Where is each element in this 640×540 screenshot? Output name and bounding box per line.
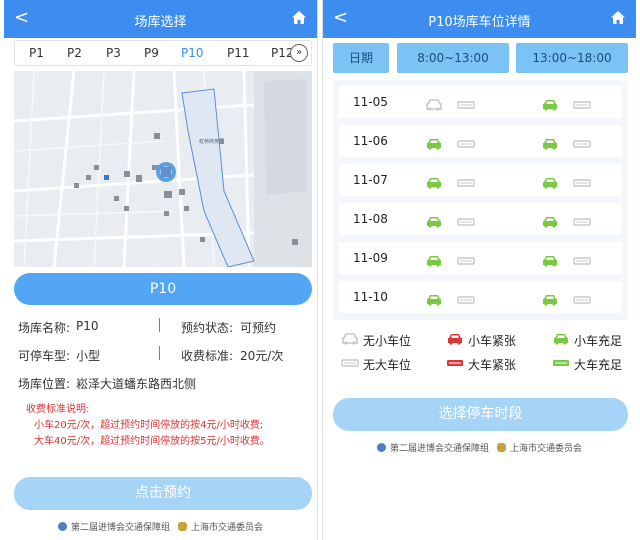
small-car-ample-icon[interactable] [541, 213, 559, 228]
home-icon[interactable] [610, 10, 626, 29]
date-row[interactable]: 11-09 [339, 242, 622, 274]
large-car-none-icon[interactable] [573, 291, 591, 304]
large-car-none-icon[interactable] [457, 96, 475, 109]
small-car-ample-icon[interactable] [541, 252, 559, 267]
vehicle-type-value: 小型 [76, 349, 101, 363]
availability-grid: 11-05 11-06 11-07 11-08 11-09 11-10 [333, 80, 628, 320]
fee-notes-line-large: 大车40元/次，超过预约时间停放的按5元/小时收费。 [34, 436, 270, 447]
divider [159, 346, 160, 360]
large-car-none-icon[interactable] [573, 96, 591, 109]
booking-status-label: 预约状态: [181, 321, 234, 335]
location-label: 场库位置: [18, 377, 71, 391]
date-row[interactable]: 11-05 [339, 86, 622, 118]
footer-org2: 上海市交通委员会 [510, 444, 583, 454]
transport-logo-icon [497, 443, 506, 452]
row-date: 11-10 [353, 290, 388, 304]
large-car-none-icon[interactable] [457, 252, 475, 265]
parking-select-screen: < 场库选择 P1 P2 P3 P9 P10 P11 P12 » 虹桥商务区 P… [4, 0, 318, 540]
small-car-none-icon [341, 333, 359, 345]
expo-logo-icon [57, 522, 67, 531]
lot-tabs: P1 P2 P3 P9 P10 P11 P12 » [14, 40, 312, 66]
booking-status-value: 可预约 [240, 321, 277, 335]
footer-org1: 第二届进博会交通保障组 [70, 523, 170, 533]
afternoon-column-header: 13:00~18:00 [516, 43, 628, 73]
large-car-none-icon[interactable] [457, 135, 475, 148]
tab-p10[interactable]: P10 [181, 46, 204, 60]
divider [159, 318, 160, 332]
small-car-ample-icon[interactable] [425, 252, 443, 267]
large-car-none-icon[interactable] [573, 135, 591, 148]
small-car-tight-icon [446, 333, 464, 345]
row-date: 11-05 [353, 95, 388, 109]
small-car-ample-icon[interactable] [425, 213, 443, 228]
lot-name-value: P10 [76, 319, 99, 333]
small-car-ample-icon[interactable] [541, 291, 559, 306]
book-button[interactable]: 点击预约 [14, 477, 312, 510]
footer-org1: 第二届进博会交通保障组 [389, 444, 489, 454]
transport-logo-icon [178, 522, 187, 531]
header-bar: < P10场库车位详情 [323, 0, 636, 38]
small-car-ample-icon[interactable] [425, 135, 443, 150]
large-car-ample-icon [552, 357, 570, 369]
date-row[interactable]: 11-08 [339, 203, 622, 235]
tab-p1[interactable]: P1 [29, 46, 44, 60]
date-row[interactable]: 11-06 [339, 125, 622, 157]
fee-notes: 收费标准说明: 小车20元/次，超过预约时间停放的按4元/小时收费; 大车40元… [26, 402, 270, 450]
fee-value: 20元/次 [240, 349, 284, 363]
footer-org2: 上海市交通委员会 [191, 523, 264, 533]
large-car-none-icon[interactable] [457, 174, 475, 187]
selected-lot-button[interactable]: P10 [14, 273, 312, 305]
footer: 第二届进博会交通保障组 上海市交通委员会 [4, 520, 317, 533]
tab-p9[interactable]: P9 [144, 46, 159, 60]
tab-p11[interactable]: P11 [227, 46, 250, 60]
fee-notes-title: 收费标准说明: [26, 404, 90, 415]
large-car-none-icon[interactable] [573, 174, 591, 187]
tab-p2[interactable]: P2 [67, 46, 82, 60]
small-car-ample-icon[interactable] [425, 291, 443, 306]
row-date: 11-07 [353, 173, 388, 187]
row-date: 11-06 [353, 134, 388, 148]
row-date: 11-08 [353, 212, 388, 226]
large-car-none-icon[interactable] [457, 213, 475, 226]
small-car-ample-icon [552, 333, 570, 345]
large-car-none-icon[interactable] [573, 213, 591, 226]
home-icon[interactable] [291, 10, 307, 29]
date-column-header: 日期 [333, 43, 389, 73]
date-row[interactable]: 11-07 [339, 164, 622, 196]
header-bar: < 场库选择 [4, 0, 317, 38]
page-title: 场库选择 [134, 15, 187, 30]
small-car-ample-icon[interactable] [541, 174, 559, 189]
row-date: 11-09 [353, 251, 388, 265]
expo-logo-icon [376, 443, 386, 452]
more-tabs-icon[interactable]: » [290, 44, 308, 62]
small-car-ample-icon[interactable] [425, 174, 443, 189]
small-car-ample-icon[interactable] [541, 96, 559, 111]
vehicle-type-label: 可停车型: [18, 349, 71, 363]
large-car-tight-icon [446, 357, 464, 369]
parking-detail-screen: < P10场库车位详情 日期 8:00~13:00 13:00~18:00 11… [322, 0, 636, 540]
small-car-none-icon[interactable] [425, 96, 443, 111]
tab-p3[interactable]: P3 [106, 46, 121, 60]
small-car-ample-icon[interactable] [541, 135, 559, 150]
large-car-none-icon [341, 357, 359, 369]
large-car-none-icon[interactable] [573, 252, 591, 265]
footer: 第二届进博会交通保障组 上海市交通委员会 [323, 441, 636, 454]
map-view[interactable]: 虹桥商务区 [14, 71, 312, 267]
morning-column-header: 8:00~13:00 [397, 43, 509, 73]
large-car-none-icon[interactable] [457, 291, 475, 304]
lot-name-label: 场库名称: [18, 321, 71, 335]
page-title: P10场库车位详情 [428, 15, 531, 30]
date-row[interactable]: 11-10 [339, 281, 622, 313]
fee-notes-line-small: 小车20元/次，超过预约时间停放的按4元/小时收费; [34, 420, 264, 431]
location-value: 崧泽大道蟠东路西北侧 [76, 377, 197, 391]
fee-label: 收费标准: [181, 349, 234, 363]
select-time-button[interactable]: 选择停车时段 [333, 398, 628, 431]
